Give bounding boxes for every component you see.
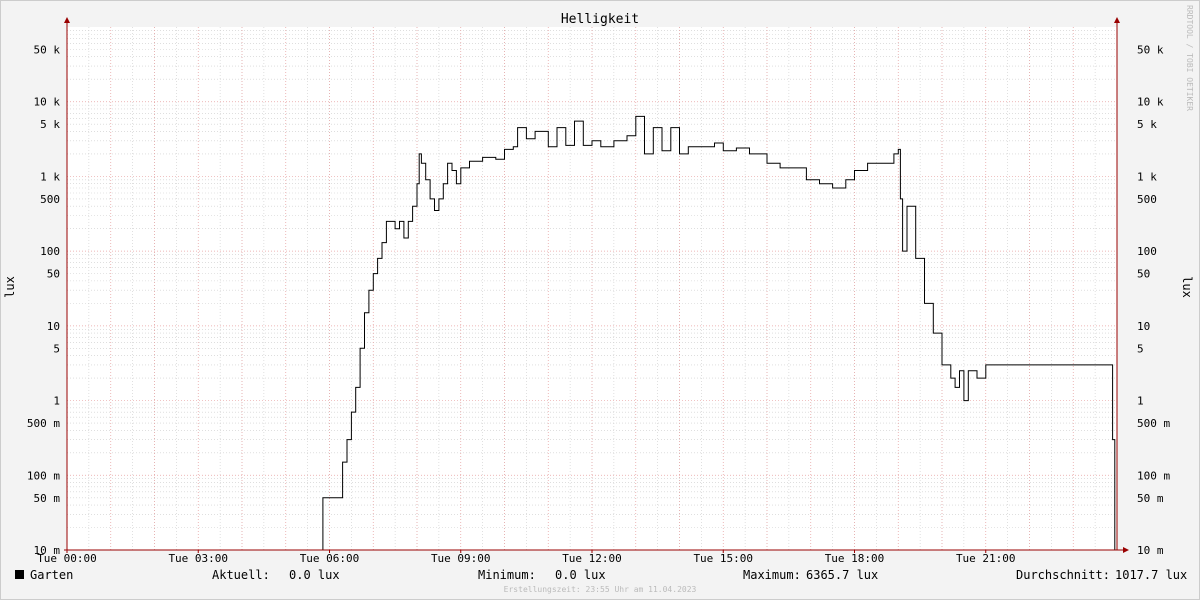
y-tick-label-right: 5 k xyxy=(1137,118,1157,131)
legend-swatch xyxy=(15,570,24,579)
chart-title: Helligkeit xyxy=(561,12,639,27)
y-tick-label-right: 500 m xyxy=(1137,417,1170,430)
y-tick-label-left: 10 k xyxy=(34,96,61,109)
creation-timestamp: Erstellungszeit: 23:55 Uhr am 11.04.2023 xyxy=(504,585,697,594)
y-tick-label-left: 50 m xyxy=(34,492,61,505)
legend-aktuell-label: Aktuell: xyxy=(212,568,270,582)
y-tick-label-left: 50 k xyxy=(34,43,61,56)
legend-durchschnitt-label: Durchschnitt: xyxy=(1016,568,1110,582)
legend-maximum-label: Maximum: xyxy=(743,568,801,582)
y-tick-label-right: 50 m xyxy=(1137,492,1164,505)
legend-durchschnitt-value: 1017.7 lux xyxy=(1115,568,1187,582)
y-tick-label-left: 500 m xyxy=(27,417,60,430)
y-tick-label-left: 500 xyxy=(40,193,60,206)
y-tick-label-right: 10 k xyxy=(1137,96,1164,109)
legend-minimum-label: Minimum: xyxy=(478,568,536,582)
y-tick-label-right: 100 xyxy=(1137,245,1157,258)
legend-maximum-value: 6365.7 lux xyxy=(806,568,878,582)
y-tick-label-left: 10 xyxy=(47,320,60,333)
graph-window: 50 k 10 k 5 k 1 k 500 100 50 10 5 1 500 m 100 m 50 m… xyxy=(0,0,1200,600)
y-tick-label-left: 50 xyxy=(47,268,60,281)
y-axis-label-left: lux xyxy=(3,276,17,298)
x-tick-label: Tue 06:00 xyxy=(300,552,360,565)
y-tick-label-right: 1 k xyxy=(1137,170,1157,183)
y-tick-label-right: 5 xyxy=(1137,342,1144,355)
y-tick-label-left: 1 k xyxy=(40,170,60,183)
y-tick-label-right: 50 k xyxy=(1137,43,1164,56)
x-tick-label: Tue 09:00 xyxy=(431,552,491,565)
y-tick-label-left: 100 xyxy=(40,245,60,258)
x-tick-label: Tue 00:00 xyxy=(37,552,97,565)
y-tick-label-left: 5 xyxy=(53,342,60,355)
legend-series-name: Garten xyxy=(30,568,73,582)
y-tick-label-right: 500 xyxy=(1137,193,1157,206)
x-tick-label: Tue 18:00 xyxy=(825,552,885,565)
x-tick-label: Tue 15:00 xyxy=(693,552,753,565)
y-tick-label-right: 1 xyxy=(1137,395,1144,408)
y-tick-label-left: 5 k xyxy=(40,118,60,131)
y-tick-label-right: 100 m xyxy=(1137,469,1170,482)
x-tick-label: Tue 03:00 xyxy=(168,552,228,565)
x-tick-label: Tue 12:00 xyxy=(562,552,622,565)
x-tick-label: Tue 21:00 xyxy=(956,552,1016,565)
rrdtool-credit: RRDTOOL / TOBI OETIKER xyxy=(1185,5,1194,111)
y-tick-label-left: 100 m xyxy=(27,469,60,482)
y-tick-label-right: 10 m xyxy=(1137,544,1164,557)
legend-minimum-value: 0.0 lux xyxy=(555,568,606,582)
y-tick-label-right: 50 xyxy=(1137,268,1150,281)
legend-aktuell-value: 0.0 lux xyxy=(289,568,340,582)
y-axis-label-right: lux xyxy=(1180,276,1194,298)
y-tick-label-right: 10 xyxy=(1137,320,1150,333)
y-tick-label-left: 1 xyxy=(53,395,60,408)
chart: 50 k 10 k 5 k 1 k 500 100 50 10 5 1 500 m 100 m 50 m… xyxy=(0,0,1200,600)
